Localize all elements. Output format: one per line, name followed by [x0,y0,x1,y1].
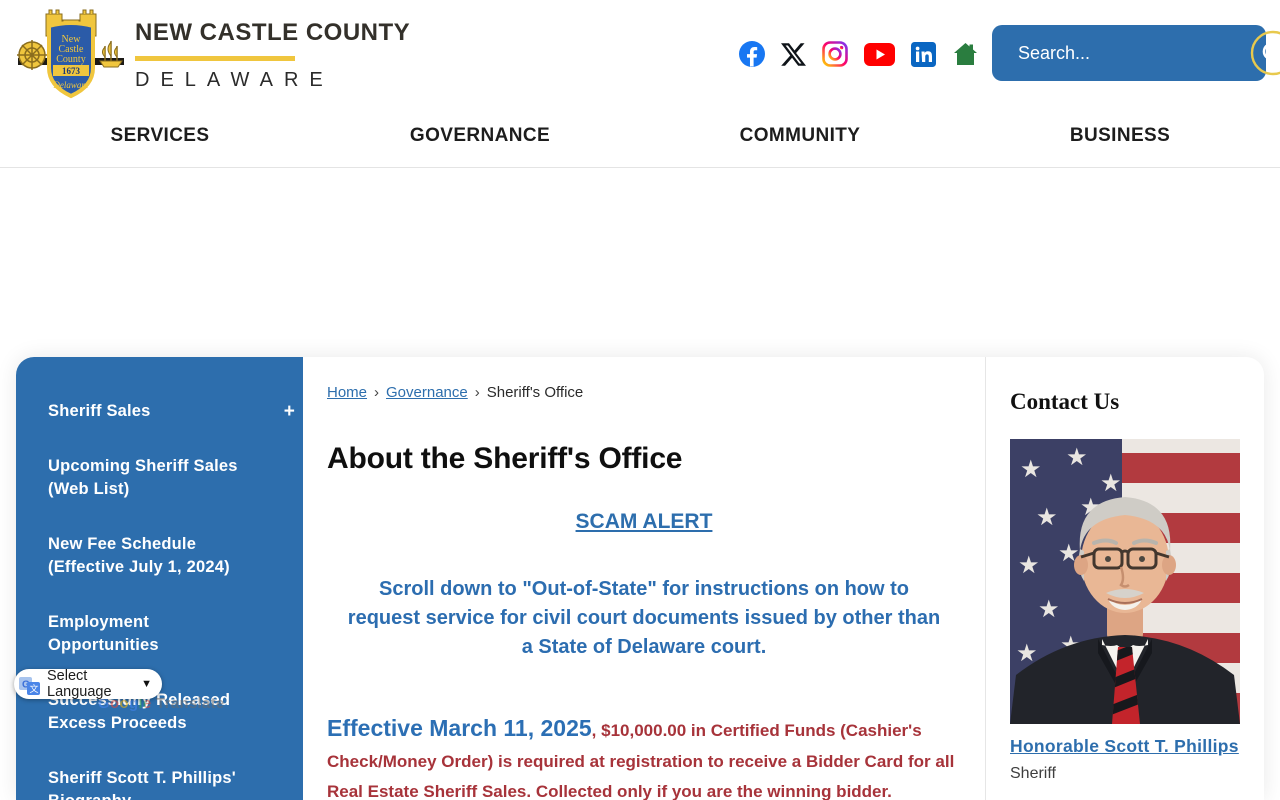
page-title: About the Sheriff's Office [327,442,683,475]
sheriff-name-link[interactable]: Honorable Scott T. Phillips [1010,733,1239,759]
logo-text-county: County [56,54,85,65]
sidebar-item-employment[interactable]: Employment Opportunities [48,611,255,657]
scam-alert-link[interactable]: SCAM ALERT [576,510,713,533]
svg-text:★: ★ [1066,444,1088,471]
language-select-label: Select Language [47,668,112,700]
site-title-block: NEW CASTLE COUNTY DELAWARE [135,19,410,92]
ship-wheel-icon [17,40,47,70]
main-content: Home › Governance › Sheriff's Office About t… [303,357,986,800]
svg-text:★: ★ [1100,470,1122,497]
main-navigation: SERVICES GOVERNANCE COMMUNITY BUSINESS [0,105,1280,168]
sheriff-role: Sheriff [1010,765,1056,782]
hero-spacer [0,168,1280,357]
facebook-icon[interactable] [739,41,765,67]
svg-text:文: 文 [30,683,39,694]
chevron-down-icon: ▼ [141,678,152,690]
nextdoor-home-icon[interactable] [952,41,979,67]
x-twitter-icon[interactable] [781,42,806,67]
logo-text-state: Delaware [52,80,88,90]
site-subtitle: DELAWARE [135,69,334,91]
sidebar-item-sheriff-sales[interactable]: Sheriff Sales + [48,400,295,423]
nav-item-governance[interactable]: GOVERNANCE [320,105,640,167]
section-sidebar: Sheriff Sales + Upcoming Sheriff Sales (… [16,357,303,800]
logo-text-year: 1673 [62,66,81,76]
nav-item-services[interactable]: SERVICES [0,105,320,167]
search-input[interactable] [992,42,1250,64]
contact-heading: Contact Us [1010,389,1120,414]
sailing-ship-icon [99,40,123,68]
effective-date: Effective March 11, 2025 [327,715,592,741]
breadcrumb-governance[interactable]: Governance [386,384,468,401]
social-links [739,39,979,69]
sidebar-item-fee-schedule[interactable]: New Fee Schedule (Effective July 1, 2024… [48,533,255,579]
content-card: Sheriff Sales + Upcoming Sheriff Sales (… [16,357,1264,800]
site-title: NEW CASTLE COUNTY [135,19,411,46]
google-translate-icon: G 文 [19,676,40,695]
search-box [992,25,1280,81]
breadcrumb-home[interactable]: Home [327,384,367,401]
nav-item-business[interactable]: BUSINESS [960,105,1280,167]
contact-panel: Contact Us ★★★ ★★ ★★ ★★★ [986,357,1264,800]
translate-wordmark: Translate [155,695,225,712]
breadcrumb-current: Sheriff's Office [486,384,584,401]
svg-text:★: ★ [1018,552,1040,579]
expand-plus-icon[interactable]: + [284,400,295,423]
search-button[interactable] [1250,30,1280,76]
breadcrumb: Home › Governance › Sheriff's Office [327,384,961,401]
breadcrumb-separator: › [374,384,380,401]
scam-alert-row: SCAM ALERT [327,510,961,534]
svg-text:★: ★ [1036,504,1058,531]
svg-text:★: ★ [1038,596,1060,623]
svg-text:★: ★ [1020,456,1042,483]
breadcrumb-separator: › [474,384,480,401]
youtube-icon[interactable] [864,42,895,66]
site-header: New Castle County 1673 Delaware NEW CAST… [0,0,1280,105]
sidebar-item-sheriff-biography[interactable]: Sheriff Scott T. Phillips' Biography [48,767,255,800]
linkedin-icon[interactable] [911,41,936,67]
language-select[interactable]: G 文 Select Language ▼ [14,668,162,700]
county-seal-logo: New Castle County 1673 Delaware [17,9,124,99]
search-icon [1250,30,1280,76]
gold-divider [135,56,295,61]
sheriff-photo: ★★★ ★★ ★★ ★★★ [1010,439,1240,724]
nav-item-community[interactable]: COMMUNITY [640,105,960,167]
instagram-icon[interactable] [822,41,848,67]
effective-notice: Effective March 11, 2025, $10,000.00 in … [327,713,961,800]
sidebar-item-label: Sheriff Sales [48,402,151,420]
out-of-state-notice: Scroll down to "Out-of-State" for instru… [347,578,941,658]
sidebar-item-upcoming-sales[interactable]: Upcoming Sheriff Sales (Web List) [48,455,255,501]
